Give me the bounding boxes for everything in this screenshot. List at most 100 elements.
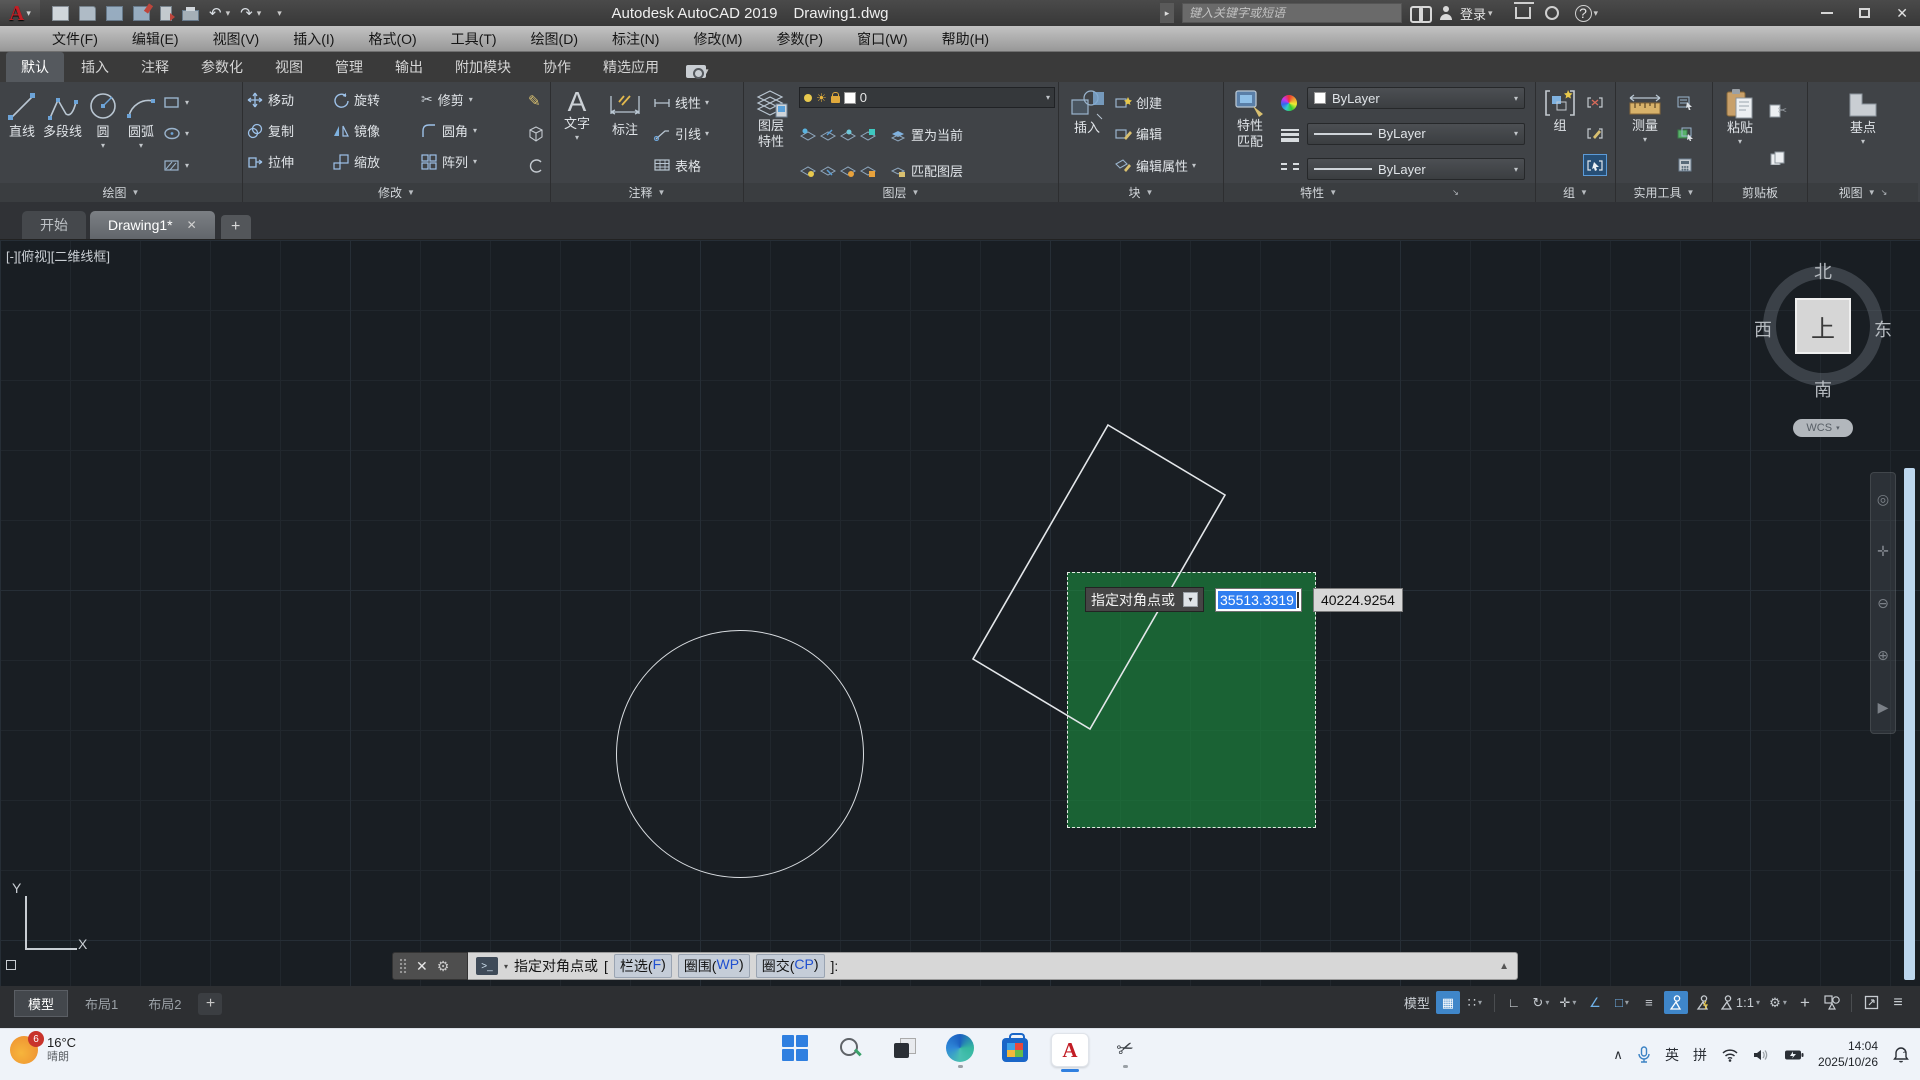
annotation-scale-button[interactable]: 1:1▾: [1718, 991, 1763, 1014]
measure-tool[interactable]: 测量 ▾: [1619, 85, 1671, 183]
ribbon-tab-manage[interactable]: 管理: [320, 52, 378, 82]
new-layout-button[interactable]: +: [198, 993, 222, 1015]
notification-bell-icon[interactable]: z: [1892, 1046, 1910, 1064]
microphone-icon[interactable]: [1637, 1046, 1651, 1064]
minimize-button[interactable]: [1821, 12, 1833, 14]
match-layer-tool[interactable]: 匹配图层: [891, 161, 963, 180]
lineweight-list-icon[interactable]: [1281, 127, 1299, 144]
menu-draw[interactable]: 绘图(D): [531, 29, 578, 49]
insert-block-tool[interactable]: 插入: [1062, 85, 1112, 183]
panel-label-modify[interactable]: 修改▼: [243, 183, 550, 202]
recent-commands-icon[interactable]: >_: [476, 957, 498, 975]
start-button[interactable]: [776, 1033, 814, 1077]
menu-file[interactable]: 文件(F): [52, 29, 98, 49]
panel-label-draw[interactable]: 绘图▼: [0, 183, 242, 202]
layout-tab-layout2[interactable]: 布局2: [135, 991, 194, 1016]
command-history-up-icon[interactable]: ▲: [1499, 961, 1509, 972]
isolate-objects-button[interactable]: [1820, 991, 1844, 1014]
rectangle-tool[interactable]: ▾: [163, 96, 189, 109]
annotation-visibility-toggle[interactable]: [1664, 991, 1688, 1014]
ribbon-tab-insert[interactable]: 插入: [66, 52, 124, 82]
ime-mode-indicator[interactable]: 拼: [1693, 1045, 1707, 1065]
menu-tools[interactable]: 工具(T): [451, 29, 497, 49]
search-binoculars-icon[interactable]: [1410, 6, 1432, 20]
drawing-canvas[interactable]: [-][俯视][二维线框] 指定对角点或 ▾ 35513.3319 40224.…: [0, 240, 1920, 986]
battery-icon[interactable]: [1784, 1049, 1804, 1061]
paste-tool[interactable]: 粘贴 ▾: [1716, 85, 1764, 183]
move-tool[interactable]: 移动: [247, 90, 333, 109]
scale-tool[interactable]: 缩放: [333, 152, 421, 171]
hardware-acceleration-button[interactable]: ≡: [1886, 991, 1910, 1014]
hatch-tool[interactable]: ▾: [163, 159, 189, 172]
search-input[interactable]: [1182, 3, 1402, 23]
command-close-icon[interactable]: ✕: [416, 958, 428, 975]
close-button[interactable]: ✕: [1896, 5, 1908, 22]
ellipse-tool[interactable]: ▾: [163, 127, 189, 140]
panel-label-view[interactable]: 视图▼ ↘: [1808, 183, 1918, 202]
linetype-dropdown[interactable]: ByLayer ▾: [1307, 158, 1525, 180]
viewcube-north[interactable]: 北: [1814, 258, 1832, 284]
ime-language-indicator[interactable]: 英: [1665, 1045, 1679, 1065]
table-tool[interactable]: 表格: [653, 156, 737, 175]
lineweight-toggle[interactable]: ≡: [1637, 991, 1661, 1014]
search-collapse-icon[interactable]: ▸: [1160, 3, 1174, 23]
copy-tool[interactable]: 复制: [247, 121, 333, 140]
snap-toggle[interactable]: ∷▾: [1463, 991, 1487, 1014]
layout-tab-layout1[interactable]: 布局1: [72, 991, 131, 1016]
viewcube-west[interactable]: 西: [1754, 316, 1772, 342]
quick-calc-tool[interactable]: [1674, 155, 1696, 175]
menu-edit[interactable]: 编辑(E): [132, 29, 179, 49]
hidden-icons-chevron[interactable]: ∧: [1613, 1047, 1623, 1063]
polar-tracking-toggle[interactable]: ↻▾: [1529, 991, 1553, 1014]
search-button[interactable]: [831, 1033, 869, 1077]
ribbon-tab-home[interactable]: 默认: [6, 52, 64, 82]
menu-format[interactable]: 格式(O): [368, 29, 416, 49]
panel-label-utilities[interactable]: 实用工具▼: [1616, 183, 1712, 202]
customize-status-button[interactable]: +: [1793, 991, 1817, 1014]
dynamic-input-y-field[interactable]: 40224.9254: [1313, 588, 1403, 612]
layer-state-icons[interactable]: [799, 127, 883, 143]
polyline-tool[interactable]: 多段线: [41, 85, 84, 183]
snipping-tool-button[interactable]: ✂: [1106, 1033, 1144, 1077]
ribbon-tab-annotate[interactable]: 注释: [126, 52, 184, 82]
undo-icon[interactable]: ↶: [209, 6, 222, 21]
speaker-icon[interactable]: [1753, 1048, 1770, 1062]
ungroup-tool[interactable]: [1584, 93, 1606, 113]
dynamic-input-x-field[interactable]: 35513.3319: [1215, 588, 1302, 612]
panel-label-properties[interactable]: 特性▼ ↘: [1224, 183, 1535, 202]
menu-dimension[interactable]: 标注(N): [612, 29, 659, 49]
app-menu-button[interactable]: A ▾: [0, 0, 40, 26]
grid-toggle[interactable]: ▦: [1436, 991, 1460, 1014]
linear-dim-tool[interactable]: 线性▾: [653, 93, 737, 112]
sign-in-button[interactable]: 登录: [1460, 4, 1486, 23]
explode-tool[interactable]: [528, 126, 544, 142]
erase-tool[interactable]: ✎: [528, 92, 544, 110]
panel-label-groups[interactable]: 组▼: [1536, 183, 1615, 202]
help-dropdown-icon[interactable]: ▾: [1594, 8, 1599, 19]
ribbon-tab-output[interactable]: 输出: [380, 52, 438, 82]
viewcube-south[interactable]: 南: [1814, 376, 1832, 402]
isodraft-toggle[interactable]: ✛▾: [1556, 991, 1580, 1014]
group-selection-toggle[interactable]: [1584, 155, 1606, 175]
save-as-icon[interactable]: [133, 6, 150, 21]
ribbon-tab-view[interactable]: 视图: [260, 52, 318, 82]
undo-dropdown-icon[interactable]: ▾: [226, 8, 231, 19]
app-store-cart-icon[interactable]: [1515, 7, 1531, 19]
join-tool[interactable]: [528, 159, 544, 173]
option-cpolygon-button[interactable]: 圈交(CP): [756, 954, 825, 978]
edge-button[interactable]: [941, 1033, 979, 1077]
mirror-tool[interactable]: 镜像: [333, 121, 421, 140]
copy-clip-tool[interactable]: [1767, 148, 1789, 168]
leader-tool[interactable]: 引线▾: [653, 124, 737, 143]
ribbon-tab-featured[interactable]: 精选应用: [588, 52, 674, 82]
qat-customize-icon[interactable]: ▾: [277, 8, 282, 19]
pan-icon[interactable]: ✛: [1877, 543, 1889, 560]
sign-in-dropdown-icon[interactable]: ▾: [1488, 8, 1493, 19]
wifi-icon[interactable]: [1721, 1048, 1739, 1062]
option-fence-button[interactable]: 栏选(F): [614, 954, 672, 978]
chevron-down-icon[interactable]: ▾: [504, 962, 508, 971]
rotate-tool[interactable]: 旋转: [333, 90, 421, 109]
ribbon-display-toggle[interactable]: ▾: [686, 65, 709, 78]
panel-label-layers[interactable]: 图层▼: [744, 183, 1058, 202]
panel-label-block[interactable]: 块▼: [1059, 183, 1223, 202]
